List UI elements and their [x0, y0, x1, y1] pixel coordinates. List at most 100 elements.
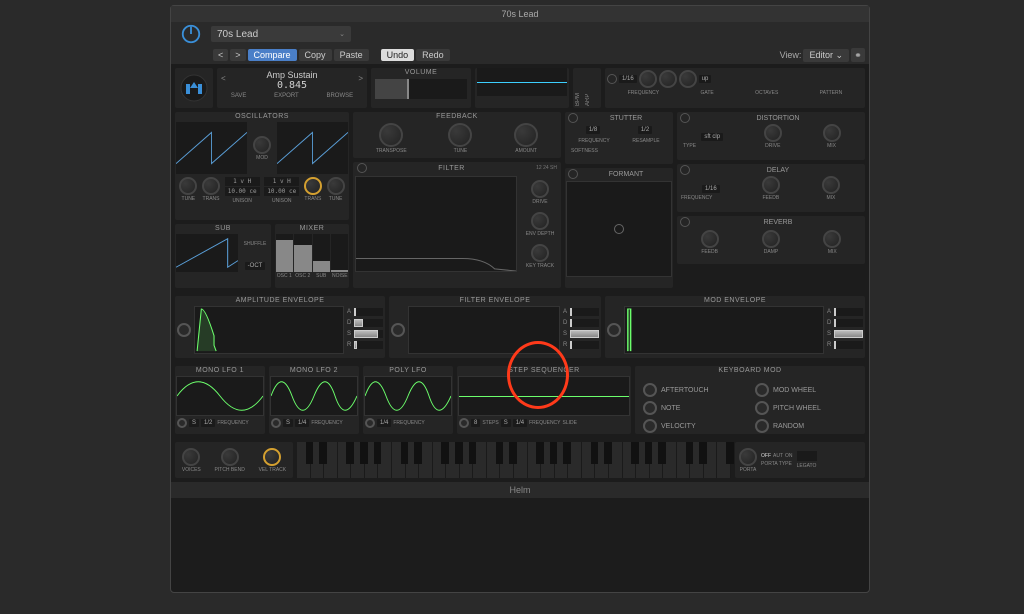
filt-sustain-slider[interactable] — [570, 330, 599, 338]
browse-button[interactable]: BROWSE — [326, 93, 353, 99]
arp-freq-knob[interactable] — [639, 70, 657, 88]
compare-button[interactable]: Compare — [248, 49, 297, 61]
aftertouch-mod[interactable] — [643, 383, 657, 397]
dist-drive-knob[interactable] — [764, 124, 782, 142]
rev-feedb-knob[interactable] — [701, 230, 719, 248]
porta-auto[interactable]: AUT — [773, 453, 783, 459]
filt-release-slider[interactable] — [570, 341, 572, 349]
mod-env-mod-source[interactable] — [607, 323, 621, 337]
undo-button[interactable]: Undo — [381, 49, 415, 61]
formant-power[interactable] — [568, 169, 578, 179]
amp-decay-slider[interactable] — [354, 319, 363, 327]
porta-on[interactable]: ON — [785, 453, 793, 459]
lfo2-display[interactable] — [270, 376, 358, 416]
osc-mod-knob[interactable] — [253, 136, 271, 154]
amp-sustain-slider[interactable] — [354, 330, 378, 338]
prev-preset-button[interactable]: < — [213, 49, 228, 61]
export-button[interactable]: EXPORT — [274, 93, 299, 99]
sub-waveform[interactable] — [176, 234, 238, 272]
mod-env-display[interactable] — [624, 306, 824, 354]
note-mod[interactable] — [643, 401, 657, 415]
arp-gate-knob[interactable] — [659, 70, 677, 88]
delay-power[interactable] — [680, 165, 690, 175]
velocity-mod[interactable] — [643, 419, 657, 433]
porta-knob[interactable] — [739, 448, 757, 466]
filter-response[interactable] — [355, 176, 517, 272]
fb-amount-knob[interactable] — [514, 123, 538, 147]
mod-decay-slider[interactable] — [834, 319, 836, 327]
view-mode-dropdown[interactable]: Editor ⌄ — [803, 49, 849, 62]
osc1-waveform[interactable] — [176, 122, 247, 174]
osc1-tune-knob[interactable] — [179, 177, 197, 195]
preset-dropdown[interactable]: 70s Lead ⌄ — [211, 26, 351, 42]
mixer-noise[interactable] — [331, 270, 348, 272]
arp-pattern[interactable]: up — [699, 75, 712, 83]
amp-env-display[interactable] — [194, 306, 344, 354]
lfo1-display[interactable] — [176, 376, 264, 416]
save-button[interactable]: SAVE — [231, 93, 247, 99]
virtual-keyboard[interactable]: C2 C3 C4 C5 — [297, 442, 731, 478]
fb-tune-knob[interactable] — [448, 123, 472, 147]
paste-button[interactable]: Paste — [334, 49, 369, 61]
reverb-power[interactable] — [680, 217, 690, 227]
amp-env-mod-source[interactable] — [177, 323, 191, 337]
rev-damp-knob[interactable] — [762, 230, 780, 248]
rev-mix-knob[interactable] — [823, 230, 841, 248]
vel-track-knob[interactable] — [263, 448, 281, 466]
preset-prev[interactable]: < — [221, 74, 226, 83]
sub-shuffle[interactable]: SHUFFLE — [244, 241, 267, 247]
fb-transpose-knob[interactable] — [379, 123, 403, 147]
mod-attack-slider[interactable] — [834, 308, 836, 316]
sub-oct[interactable]: -OCT — [245, 262, 266, 270]
osc1-trans-knob[interactable] — [202, 177, 220, 195]
dist-power[interactable] — [680, 113, 690, 123]
osc2-trans-knob[interactable] — [304, 177, 322, 195]
legato-toggle[interactable] — [797, 451, 817, 461]
arp-oct-knob[interactable] — [679, 70, 697, 88]
filt-attack-slider[interactable] — [570, 308, 572, 316]
voices-knob[interactable] — [182, 448, 200, 466]
next-preset-button[interactable]: > — [230, 49, 245, 61]
volume-slider[interactable] — [375, 79, 467, 99]
modwheel-mod[interactable] — [755, 383, 769, 397]
random-mod[interactable] — [755, 419, 769, 433]
redo-button[interactable]: Redo — [416, 49, 450, 61]
arp-power[interactable] — [607, 74, 617, 84]
osc2-tune-knob[interactable] — [327, 177, 345, 195]
mod-release-slider[interactable] — [834, 341, 836, 349]
porta-off[interactable]: OFF — [761, 453, 771, 459]
mod-sustain-slider[interactable] — [834, 330, 863, 338]
filter-env-knob[interactable] — [531, 212, 549, 230]
lfo2-mod-source[interactable] — [271, 418, 281, 428]
mixer-osc1[interactable] — [276, 240, 293, 272]
filter-power[interactable] — [357, 163, 367, 173]
filt-decay-slider[interactable] — [570, 319, 572, 327]
dist-mix-knob[interactable] — [823, 124, 841, 142]
osc2-waveform[interactable] — [277, 122, 348, 174]
filter-env-display[interactable] — [408, 306, 560, 354]
seq-display[interactable] — [458, 376, 630, 416]
copy-button[interactable]: Copy — [299, 49, 332, 61]
mixer-sub[interactable] — [313, 261, 330, 272]
filter-key-knob[interactable] — [531, 244, 549, 262]
plugin-power-button[interactable] — [175, 18, 207, 50]
filter-drive-knob[interactable] — [531, 180, 549, 198]
delay-mix-knob[interactable] — [822, 176, 840, 194]
delay-feedb-knob[interactable] — [762, 176, 780, 194]
seq-mod-source[interactable] — [459, 418, 469, 428]
filter-slope[interactable]: 12 24 SH — [536, 165, 557, 171]
link-icon[interactable]: ⚭ — [851, 48, 865, 62]
filter-env-mod-source[interactable] — [391, 323, 405, 337]
amp-release-slider[interactable] — [354, 341, 357, 349]
stutter-power[interactable] — [568, 113, 578, 123]
mixer-osc2[interactable] — [294, 245, 311, 272]
lfo1-mod-source[interactable] — [177, 418, 187, 428]
arp-rate[interactable]: 1/16 — [619, 75, 637, 83]
lfo3-display[interactable] — [364, 376, 452, 416]
preset-next[interactable]: > — [358, 74, 363, 83]
amp-attack-slider[interactable] — [354, 308, 356, 316]
pitch-bend-knob[interactable] — [221, 448, 239, 466]
lfo3-mod-source[interactable] — [365, 418, 375, 428]
pitchwheel-mod[interactable] — [755, 401, 769, 415]
formant-xy[interactable] — [566, 181, 672, 277]
